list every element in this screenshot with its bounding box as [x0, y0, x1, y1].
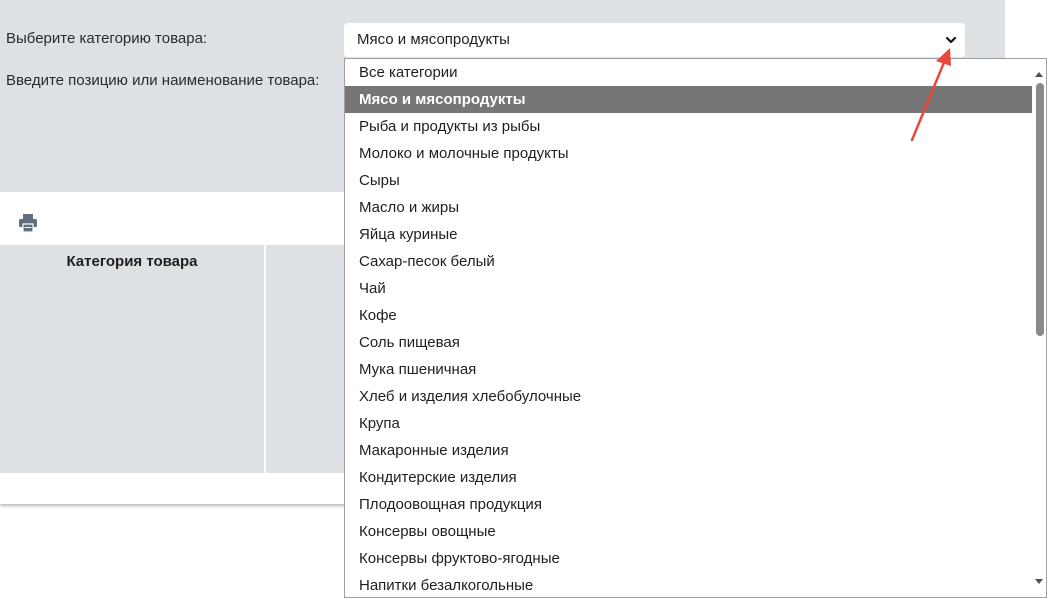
category-select[interactable]: Мясо и мясопродукты — [344, 23, 965, 57]
dropdown-option[interactable]: Чай — [345, 275, 1032, 302]
dropdown-option[interactable]: Хлеб и изделия хлебобулочные — [345, 383, 1032, 410]
dropdown-option[interactable]: Сыры — [345, 167, 1032, 194]
dropdown-option[interactable]: Сахар-песок белый — [345, 248, 1032, 275]
dropdown-option[interactable]: Плодоовощная продукция — [345, 491, 1032, 518]
printer-icon[interactable] — [17, 212, 39, 234]
dropdown-option[interactable]: Масло и жиры — [345, 194, 1032, 221]
dropdown-option[interactable]: Напитки безалкогольные — [345, 572, 1032, 597]
search-label: Введите позицию или наименование товара: — [6, 72, 320, 89]
dropdown-option[interactable]: Кофе — [345, 302, 1032, 329]
red-arrow-annotation — [910, 48, 951, 142]
category-label: Выберите категорию товара: — [6, 30, 208, 47]
dropdown-scrollbar[interactable] — [1032, 59, 1046, 597]
dropdown-option[interactable]: Макаронные изделия — [345, 437, 1032, 464]
scrollbar-thumb[interactable] — [1036, 83, 1044, 336]
scroll-up-icon[interactable] — [1034, 65, 1044, 83]
scroll-down-icon[interactable] — [1034, 573, 1044, 591]
dropdown-option[interactable]: Яйца куриные — [345, 221, 1032, 248]
category-select-value: Мясо и мясопродукты — [357, 31, 510, 48]
dropdown-option[interactable]: Мука пшеничная — [345, 356, 1032, 383]
dropdown-option[interactable]: Консервы фруктово-ягодные — [345, 545, 1032, 572]
column-header-category: Категория товара — [0, 245, 266, 473]
dropdown-option[interactable]: Соль пищевая — [345, 329, 1032, 356]
dropdown-option[interactable]: Крупа — [345, 410, 1032, 437]
dropdown-option[interactable]: Консервы овощные — [345, 518, 1032, 545]
dropdown-option[interactable]: Кондитерские изделия — [345, 464, 1032, 491]
